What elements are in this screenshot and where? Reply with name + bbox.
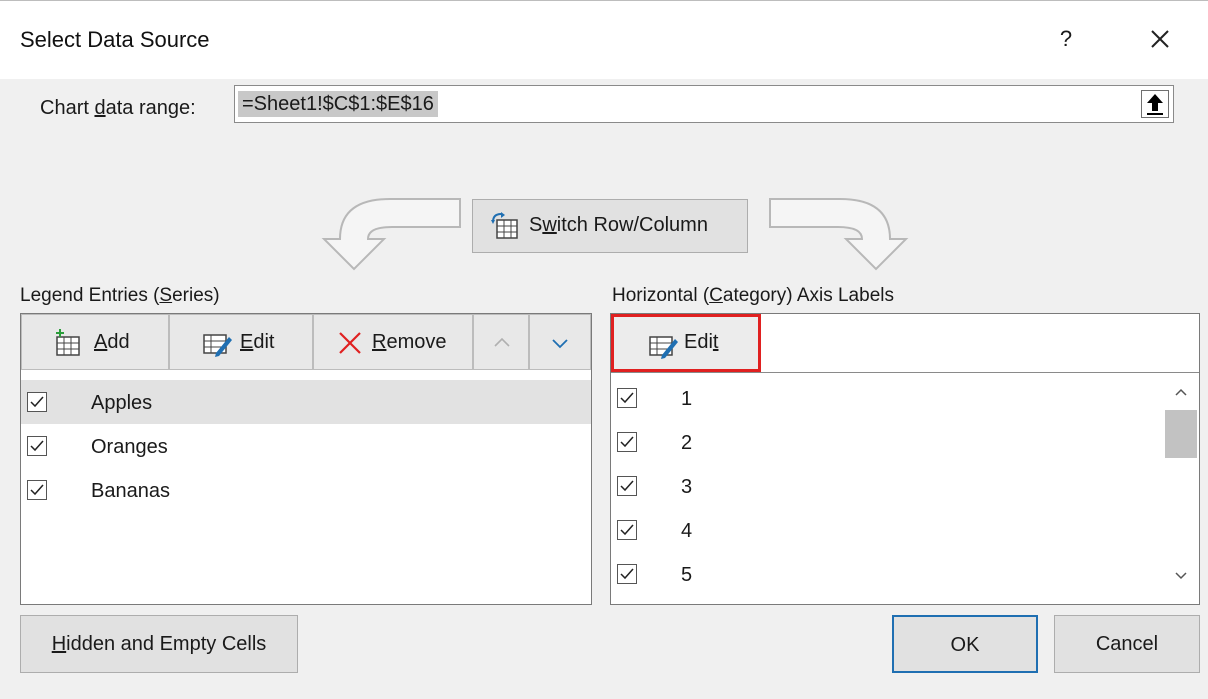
title-bar: Select Data Source ?	[0, 1, 1208, 79]
axis-labels-label: Horizontal (Category) Axis Labels	[612, 285, 894, 306]
chart-data-range-value: =Sheet1!$C$1:$E$16	[238, 91, 438, 117]
cancel-button[interactable]: Cancel	[1054, 615, 1200, 673]
category-value: 1	[681, 388, 693, 410]
edit-axis-labels-button[interactable]: Edit	[611, 314, 761, 372]
category-checkbox-checked[interactable]	[617, 432, 637, 452]
category-value: 3	[681, 476, 693, 498]
hidden-empty-cells-button[interactable]: Hidden and Empty Cells	[20, 615, 298, 673]
edit-axis-icon	[648, 331, 678, 365]
series-list-item[interactable]: Bananas	[21, 468, 591, 512]
chevron-up-icon	[494, 337, 510, 347]
legend-entries-panel: Add Edit Remove Apples Oranges Bananas	[20, 313, 592, 605]
vertical-scrollbar[interactable]	[1163, 374, 1199, 604]
select-data-source-dialog: Select Data Source ? Chart data range: =…	[0, 0, 1208, 699]
category-list-item[interactable]: 5	[611, 552, 1161, 596]
close-icon	[1151, 30, 1169, 48]
left-curved-arrow-icon	[321, 198, 461, 271]
scrollbar-thumb[interactable]	[1165, 410, 1197, 458]
legend-entries-label: Legend Entries (Series)	[20, 285, 220, 306]
remove-series-button[interactable]: Remove	[313, 314, 473, 370]
collapse-dialog-button[interactable]	[1141, 90, 1169, 118]
chart-data-range-label: Chart data range:	[40, 97, 196, 119]
axis-labels-panel: Edit 1 2 3 4 5	[610, 313, 1200, 605]
close-button[interactable]	[1138, 21, 1182, 57]
edit-series-button[interactable]: Edit	[169, 314, 313, 370]
category-list-item[interactable]: 1	[611, 376, 1161, 420]
category-value: 5	[681, 564, 693, 586]
category-checkbox-checked[interactable]	[617, 476, 637, 496]
move-down-button[interactable]	[529, 314, 591, 370]
series-list-item[interactable]: Oranges	[21, 424, 591, 468]
scroll-down-icon[interactable]	[1173, 570, 1189, 582]
category-checkbox-checked[interactable]	[617, 520, 637, 540]
category-value: 2	[681, 432, 693, 454]
switch-row-column-icon	[491, 212, 521, 248]
switch-row-column-button[interactable]: Switch Row/Column	[472, 199, 748, 253]
dialog-title: Select Data Source	[20, 27, 210, 52]
series-checkbox-checked[interactable]	[27, 480, 47, 500]
category-checkbox-checked[interactable]	[617, 388, 637, 408]
series-checkbox-checked[interactable]	[27, 392, 47, 412]
category-list-item[interactable]: 4	[611, 508, 1161, 552]
chevron-down-icon	[552, 339, 568, 349]
ok-button[interactable]: OK	[892, 615, 1038, 673]
category-checkbox-checked[interactable]	[617, 564, 637, 584]
edit-series-icon	[202, 329, 232, 363]
remove-series-label: Remove	[372, 331, 447, 353]
edit-axis-label: Edit	[684, 331, 719, 353]
series-checkbox-checked[interactable]	[27, 436, 47, 456]
chart-data-range-input[interactable]: =Sheet1!$C$1:$E$16	[234, 85, 1174, 123]
series-list-item[interactable]: Apples	[21, 380, 591, 424]
series-name: Bananas	[91, 480, 170, 502]
category-value: 4	[681, 520, 693, 542]
switch-row-column-label: Switch Row/Column	[529, 214, 708, 236]
category-list-item[interactable]: 2	[611, 420, 1161, 464]
help-button[interactable]: ?	[1046, 21, 1086, 57]
right-curved-arrow-icon	[769, 198, 909, 271]
add-series-icon	[54, 329, 82, 363]
edit-series-label: Edit	[240, 331, 275, 353]
add-series-label: Add	[94, 331, 130, 353]
remove-x-icon	[336, 329, 364, 363]
category-list-item[interactable]: 3	[611, 464, 1161, 508]
series-name: Oranges	[91, 436, 168, 458]
series-name: Apples	[91, 392, 153, 414]
move-up-button[interactable]	[473, 314, 529, 370]
scroll-up-icon[interactable]	[1173, 386, 1189, 398]
add-series-button[interactable]: Add	[21, 314, 169, 370]
up-arrow-icon	[1147, 94, 1163, 115]
